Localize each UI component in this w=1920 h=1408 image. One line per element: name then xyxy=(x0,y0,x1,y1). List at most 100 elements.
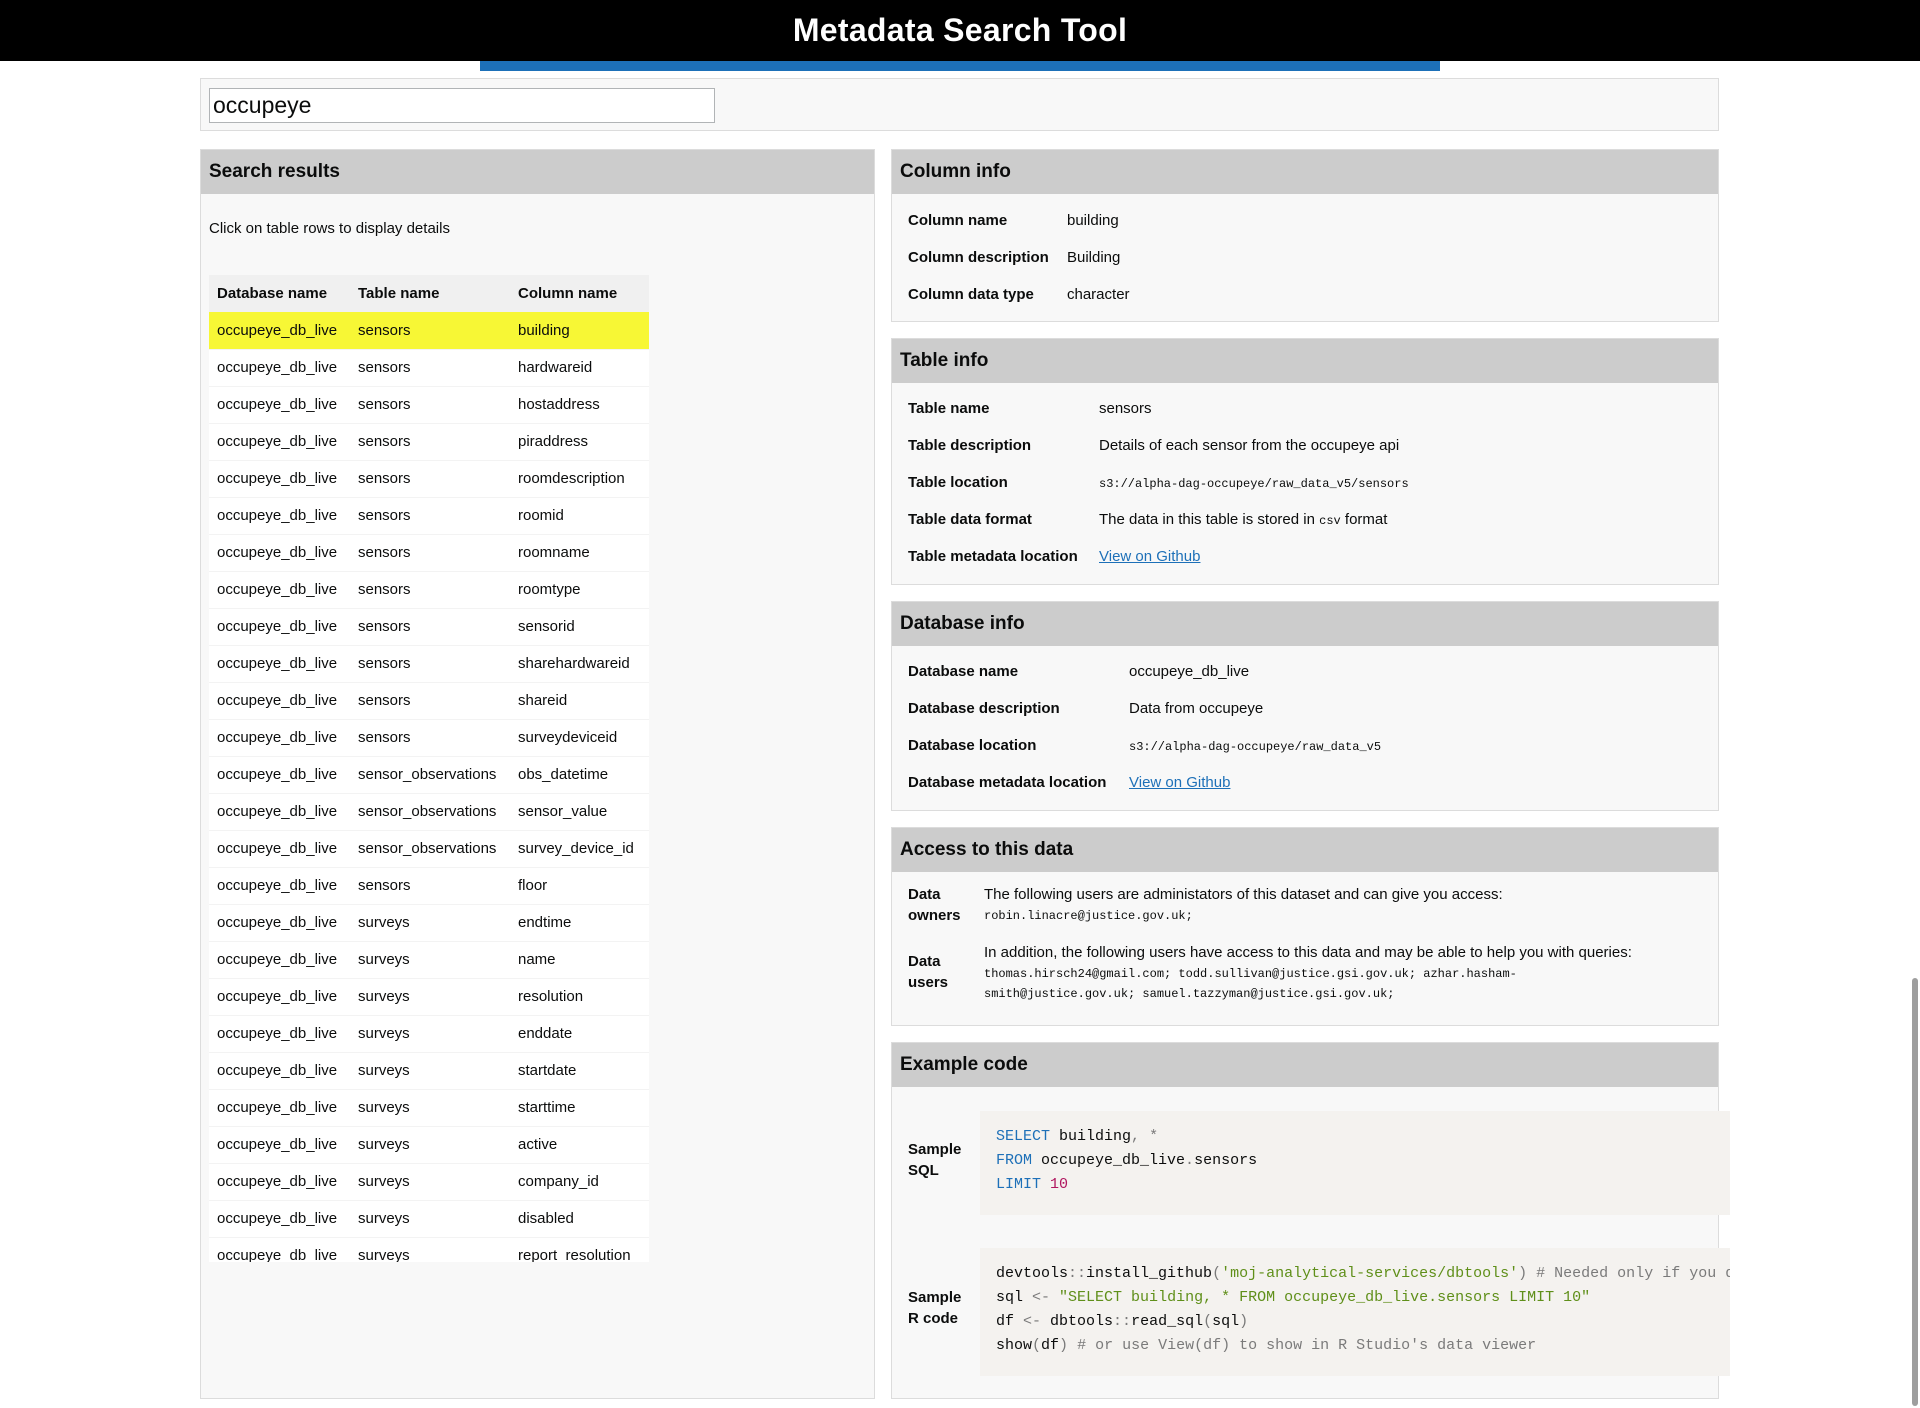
cell-table-name: sensors xyxy=(350,386,510,423)
table-metadata-github-link[interactable]: View on Github xyxy=(1099,548,1200,565)
table-row[interactable]: occupeye_db_live surveys name xyxy=(209,941,649,978)
example-code-header: Example code xyxy=(892,1043,1718,1087)
database-metadata-github-link[interactable]: View on Github xyxy=(1129,774,1230,791)
app-title: Metadata Search Tool xyxy=(792,12,1128,48)
table-info-panel: Table info Table name sensors Table desc… xyxy=(891,338,1719,585)
table-row[interactable]: occupeye_db_live surveys startdate xyxy=(209,1052,649,1089)
table-row[interactable]: occupeye_db_live sensors roomtype xyxy=(209,571,649,608)
table-name-value: sensors xyxy=(1099,400,1152,417)
table-row[interactable]: occupeye_db_live sensors sensorid xyxy=(209,608,649,645)
table-row[interactable]: occupeye_db_live sensors hostaddress xyxy=(209,386,649,423)
cell-table-name: sensors xyxy=(350,312,510,349)
table-row[interactable]: occupeye_db_live surveys disabled xyxy=(209,1200,649,1237)
cell-database-name: occupeye_db_live xyxy=(209,1200,350,1237)
column-info-header: Column info xyxy=(892,150,1718,194)
results-table: Database name Table name Column name occ… xyxy=(209,275,649,1262)
cell-column-name: roomid xyxy=(510,497,649,534)
cell-database-name: occupeye_db_live xyxy=(209,312,350,349)
access-header: Access to this data xyxy=(892,828,1718,872)
cell-database-name: occupeye_db_live xyxy=(209,1237,350,1262)
database-description-label: Database description xyxy=(908,700,1060,717)
table-row[interactable]: occupeye_db_live sensor_observations senso… xyxy=(209,793,649,830)
cell-column-name: obs_datetime xyxy=(510,756,649,793)
table-name-label: Table name xyxy=(908,400,990,417)
table-row[interactable]: occupeye_db_live sensors floor xyxy=(209,867,649,904)
table-row[interactable]: occupeye_db_live sensors hardwareid xyxy=(209,349,649,386)
cell-column-name: surveydeviceid xyxy=(510,719,649,756)
header-accent-bar xyxy=(480,61,1440,71)
cell-database-name: occupeye_db_live xyxy=(209,608,350,645)
cell-database-name: occupeye_db_live xyxy=(209,571,350,608)
table-row[interactable]: occupeye_db_live sensors roomname xyxy=(209,534,649,571)
table-row[interactable]: occupeye_db_live surveys company_id xyxy=(209,1163,649,1200)
table-row[interactable]: occupeye_db_live sensors surveydeviceid xyxy=(209,719,649,756)
cell-column-name: resolution xyxy=(510,978,649,1015)
table-format-label: Table data format xyxy=(908,511,1032,528)
sample-sql-label-line1: Sample xyxy=(908,1141,962,1158)
cell-column-name: roomtype xyxy=(510,571,649,608)
table-metadata-label: Table metadata location xyxy=(908,548,1078,565)
table-row[interactable]: occupeye_db_live surveys enddate xyxy=(209,1015,649,1052)
search-results-panel: Search results Click on table rows to di… xyxy=(200,149,875,1399)
table-info-header: Table info xyxy=(892,339,1718,383)
sample-r-code[interactable]: devtools::install_github('moj-analytical… xyxy=(980,1248,1730,1376)
table-row[interactable]: occupeye_db_live sensors roomdescription xyxy=(209,460,649,497)
cell-table-name: sensor_observations xyxy=(350,830,510,867)
cell-table-name: surveys xyxy=(350,978,510,1015)
table-row[interactable]: occupeye_db_live surveys endtime xyxy=(209,904,649,941)
table-row[interactable]: occupeye_db_live surveys report_resolution xyxy=(209,1237,649,1262)
table-row[interactable]: occupeye_db_live surveys starttime xyxy=(209,1089,649,1126)
cell-database-name: occupeye_db_live xyxy=(209,793,350,830)
cell-database-name: occupeye_db_live xyxy=(209,978,350,1015)
cell-table-name: sensors xyxy=(350,349,510,386)
table-row[interactable]: occupeye_db_live surveys active xyxy=(209,1126,649,1163)
column-header-column[interactable]: Column name xyxy=(510,275,649,312)
cell-table-name: sensors xyxy=(350,534,510,571)
table-description-label: Table description xyxy=(908,437,1032,454)
cell-database-name: occupeye_db_live xyxy=(209,830,350,867)
cell-table-name: sensor_observations xyxy=(350,793,510,830)
results-table-body: occupeye_db_live sensors building occupeye_… xyxy=(209,312,649,1262)
cell-table-name: surveys xyxy=(350,904,510,941)
cell-database-name: occupeye_db_live xyxy=(209,867,350,904)
cell-table-name: surveys xyxy=(350,1052,510,1089)
page-scrollbar[interactable] xyxy=(1912,978,1918,1406)
cell-table-name: sensor_observations xyxy=(350,756,510,793)
column-type-value: character xyxy=(1067,286,1130,303)
table-format-value: The data in this table is stored in csv … xyxy=(1099,511,1387,528)
cell-column-name: sensor_value xyxy=(510,793,649,830)
table-row[interactable]: occupeye_db_live surveys resolution xyxy=(209,978,649,1015)
cell-column-name: startdate xyxy=(510,1052,649,1089)
cell-column-name: roomname xyxy=(510,534,649,571)
access-panel: Access to this data Data owners The foll… xyxy=(891,827,1719,1026)
cell-database-name: occupeye_db_live xyxy=(209,423,350,460)
database-info-header: Database info xyxy=(892,602,1718,646)
column-header-database[interactable]: Database name xyxy=(209,275,350,312)
table-row[interactable]: occupeye_db_live sensor_observations obs_d… xyxy=(209,756,649,793)
cell-column-name: disabled xyxy=(510,1200,649,1237)
cell-column-name: starttime xyxy=(510,1089,649,1126)
cell-column-name: piraddress xyxy=(510,423,649,460)
table-row[interactable]: occupeye_db_live sensors building xyxy=(209,312,649,349)
table-row[interactable]: occupeye_db_live sensors shareid xyxy=(209,682,649,719)
search-input[interactable] xyxy=(209,88,715,123)
cell-table-name: sensors xyxy=(350,682,510,719)
column-header-table[interactable]: Table name xyxy=(350,275,510,312)
example-code-panel: Example code Sample SQL SELECT building,… xyxy=(891,1042,1730,1399)
cell-table-name: surveys xyxy=(350,1089,510,1126)
database-metadata-label: Database metadata location xyxy=(908,774,1107,791)
table-row[interactable]: occupeye_db_live sensors roomid xyxy=(209,497,649,534)
cell-column-name: name xyxy=(510,941,649,978)
table-row[interactable]: occupeye_db_live sensor_observations surve… xyxy=(209,830,649,867)
sample-r-label-line1: Sample xyxy=(908,1289,962,1306)
cell-column-name: shareid xyxy=(510,682,649,719)
table-row[interactable]: occupeye_db_live sensors piraddress xyxy=(209,423,649,460)
cell-database-name: occupeye_db_live xyxy=(209,904,350,941)
table-row[interactable]: occupeye_db_live sensors sharehardwareid xyxy=(209,645,649,682)
cell-database-name: occupeye_db_live xyxy=(209,1089,350,1126)
cell-table-name: sensors xyxy=(350,497,510,534)
sample-sql-code[interactable]: SELECT building, * FROM occupeye_db_live… xyxy=(980,1111,1730,1215)
cell-column-name: enddate xyxy=(510,1015,649,1052)
cell-table-name: sensors xyxy=(350,571,510,608)
results-table-container[interactable]: Database name Table name Column name occ… xyxy=(209,275,649,1262)
